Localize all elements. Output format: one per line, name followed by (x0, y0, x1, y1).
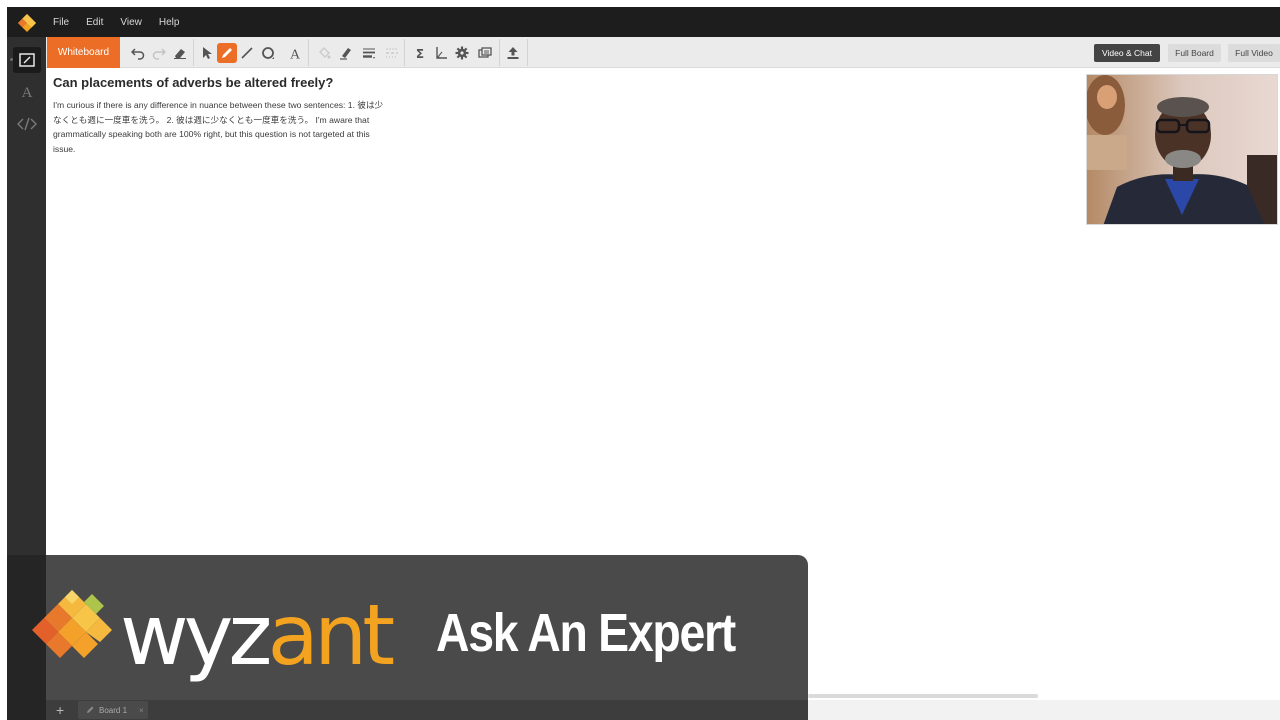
brand-text: wyzant (120, 598, 393, 684)
full-video-button[interactable]: Full Video (1228, 44, 1280, 62)
menu-edit[interactable]: Edit (86, 17, 103, 28)
board-tab[interactable]: Board 1 × (78, 701, 148, 719)
question-body: I'm curious if there is any difference i… (53, 100, 384, 154)
shape-button[interactable] (258, 43, 278, 63)
undo-icon (131, 48, 145, 60)
upload-button[interactable] (503, 43, 523, 63)
whiteboard-tab[interactable]: Whiteboard (47, 37, 120, 68)
toolbar-separator (527, 39, 528, 66)
main-menu: File Edit View Help (53, 7, 196, 37)
top-menu-bar: File Edit View Help (7, 7, 1280, 37)
video-chat-button[interactable]: Video & Chat (1094, 44, 1160, 62)
svg-text:Σ: Σ (416, 47, 424, 60)
toolbar-separator (193, 39, 194, 66)
dash-style-icon (386, 48, 398, 58)
left-edge (0, 0, 7, 720)
select-button[interactable] (197, 43, 217, 63)
ask-an-expert-text: Ask An Expert (436, 603, 736, 663)
settings-button[interactable] (452, 43, 472, 63)
svg-text:A: A (22, 85, 33, 100)
text-button[interactable]: A (285, 43, 305, 63)
line-icon (241, 47, 253, 59)
menu-view[interactable]: View (120, 17, 142, 28)
text-editor-mode-button[interactable]: A (13, 79, 41, 105)
question-title: Can placements of adverbs be altered fre… (53, 75, 334, 90)
wyzant-diamond-logo-icon (32, 590, 112, 658)
redo-button[interactable] (149, 43, 169, 63)
video-feed (1086, 74, 1278, 225)
svg-text:A: A (290, 48, 301, 61)
highlighter-button[interactable] (336, 43, 356, 63)
redo-icon (152, 48, 166, 60)
highlighter-icon (340, 48, 351, 60)
sigma-icon: Σ (416, 47, 424, 60)
wyzant-wordmark: wyzant (120, 598, 398, 684)
horizontal-scrollbar[interactable] (808, 694, 1038, 698)
whiteboard-toolbar: Whiteboard A Σ Video & Chat Full Board F… (46, 37, 1280, 68)
toolbar-separator (308, 39, 309, 66)
pen-icon (222, 48, 232, 58)
text-tool-icon: A (290, 48, 301, 61)
board-bar-strip (808, 700, 1280, 720)
board-tab-label: Board 1 (99, 705, 128, 715)
toolbar-separator (499, 39, 500, 66)
pen-button[interactable] (217, 43, 237, 63)
close-board-icon[interactable]: × (139, 706, 144, 715)
line-style-button[interactable] (359, 43, 379, 63)
graph-axes-icon (436, 47, 447, 59)
undo-button[interactable] (128, 43, 148, 63)
graph-button[interactable] (431, 43, 451, 63)
dash-style-button[interactable] (382, 43, 402, 63)
math-equation-button[interactable]: Σ (410, 43, 430, 63)
menu-help[interactable]: Help (159, 17, 180, 28)
shape-circle-icon (262, 47, 274, 59)
fill-icon (319, 47, 331, 59)
add-board-button[interactable]: + (56, 702, 64, 718)
wyzant-logo-icon (18, 14, 36, 32)
board-tabs-strip: + Board 1 × (46, 700, 808, 720)
tutor-video-image (1087, 75, 1277, 224)
eraser-icon (174, 49, 186, 59)
code-icon (17, 117, 37, 131)
code-editor-mode-button[interactable] (13, 111, 41, 137)
eraser-button[interactable] (170, 43, 190, 63)
line-style-icon (363, 48, 375, 59)
upload-icon (507, 47, 519, 59)
pencil-icon (87, 706, 94, 713)
whiteboard-mode-button[interactable] (13, 47, 41, 73)
fill-button[interactable] (314, 43, 334, 63)
screen-share-icon (478, 47, 492, 58)
select-arrow-icon (203, 47, 212, 59)
line-button[interactable] (237, 43, 257, 63)
text-editor-icon: A (22, 85, 33, 100)
whiteboard-icon (19, 53, 35, 67)
screen-share-button[interactable] (475, 43, 495, 63)
full-board-button[interactable]: Full Board (1168, 44, 1221, 62)
menu-file[interactable]: File (53, 17, 69, 28)
settings-gear-icon (455, 46, 469, 60)
toolbar-separator (404, 39, 405, 66)
